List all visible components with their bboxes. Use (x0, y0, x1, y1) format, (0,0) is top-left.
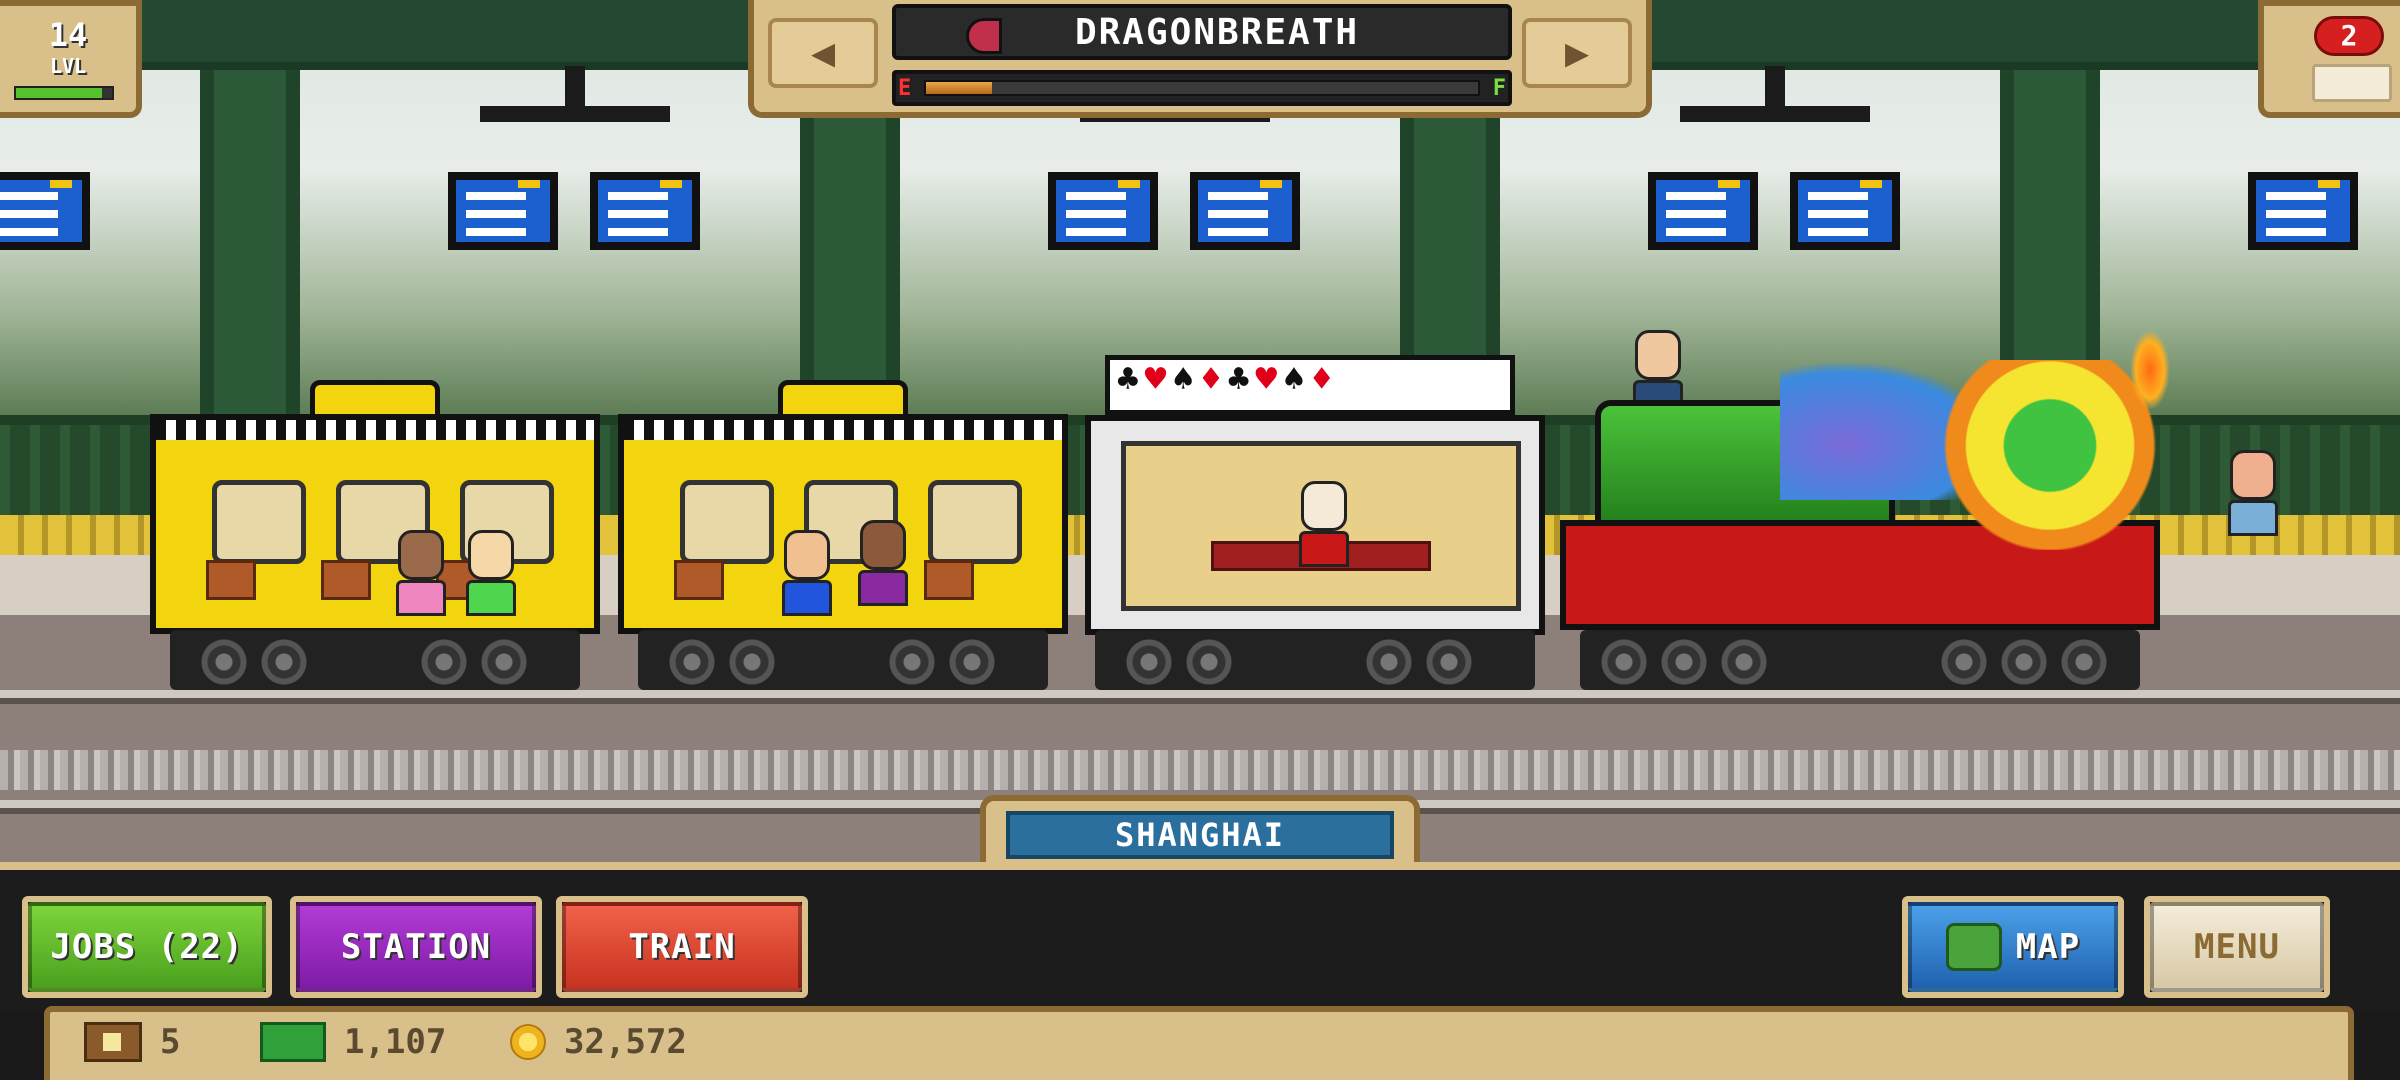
departure-board (448, 172, 558, 250)
passenger-car[interactable] (618, 380, 1068, 690)
departure-board (0, 172, 90, 250)
trains-count-badge: 2 (2314, 16, 2384, 56)
departure-board (2248, 172, 2358, 250)
cash-icon (260, 1022, 326, 1062)
departure-board (1648, 172, 1758, 250)
tickets-count: 5 (160, 1022, 181, 1062)
departure-board (1790, 172, 1900, 250)
train-name: DRAGONBREATH (1074, 11, 1360, 53)
passenger (858, 520, 908, 606)
departure-board (1048, 172, 1158, 250)
menu-button-label: MENU (2150, 902, 2324, 992)
departure-board (590, 172, 700, 250)
station-button[interactable]: STATION (290, 896, 542, 998)
dragon-locomotive[interactable] (1560, 330, 2240, 690)
arrow-left-icon: ◀ (810, 30, 836, 76)
level-number: 14 (48, 16, 88, 54)
level-progress-bar (14, 86, 114, 100)
station-button-label: STATION (296, 902, 536, 992)
jobs-button-label: JOBS (22) (28, 902, 266, 992)
fuel-full-label: F (1492, 76, 1506, 101)
map-icon (1945, 923, 2002, 971)
coins-amount: 32,572 (564, 1022, 687, 1062)
train-icon (2312, 64, 2392, 102)
map-button[interactable]: MAP (1902, 896, 2124, 998)
dragon-train-icon (966, 18, 1002, 54)
coin-icon (510, 1024, 546, 1060)
board-hanger (450, 66, 700, 126)
previous-train-button[interactable]: ◀ (768, 18, 878, 88)
level-label: LVL (49, 54, 87, 78)
waiting-passenger[interactable] (2228, 450, 2278, 536)
station-tab: SHANGHAI (980, 795, 1420, 865)
train-button[interactable]: TRAIN (556, 896, 808, 998)
train-name-plate: DRAGONBREATH (892, 4, 1512, 60)
fuel-empty-label: E (898, 76, 912, 101)
passenger (466, 530, 516, 616)
tickets-resource[interactable]: 5 (84, 1022, 180, 1062)
rail (0, 690, 2400, 704)
ticket-icon (84, 1022, 142, 1062)
train-button-label: TRAIN (562, 902, 802, 992)
arrow-right-icon: ▶ (1564, 30, 1590, 76)
cash-resource[interactable]: 1,107 (260, 1022, 446, 1062)
resource-bar: 5 1,107 32,572 (44, 1006, 2354, 1080)
departure-board (1190, 172, 1300, 250)
action-bar: JOBS (22) STATION TRAIN MAP MENU (0, 862, 2400, 1010)
passenger-car[interactable] (150, 380, 600, 690)
trains-panel[interactable]: 2 (2258, 0, 2400, 118)
coins-resource[interactable]: 32,572 (510, 1022, 687, 1062)
dealer (1299, 481, 1349, 567)
gravel (0, 750, 2400, 790)
train-selector: ◀ DRAGONBREATH E F ▶ (748, 0, 1652, 118)
passenger (782, 530, 832, 616)
station-name: SHANGHAI (1006, 811, 1394, 859)
map-button-label: MAP (2015, 927, 2081, 967)
fuel-level (926, 82, 993, 94)
card-suits-sign: ♣♥♠♦♣♥♠♦ (1117, 359, 1339, 400)
casino-car[interactable]: ♣♥♠♦♣♥♠♦ (1085, 355, 1545, 690)
menu-button[interactable]: MENU (2144, 896, 2330, 998)
passenger (396, 530, 446, 616)
level-panel[interactable]: 14 LVL (0, 0, 142, 118)
next-train-button[interactable]: ▶ (1522, 18, 1632, 88)
cash-amount: 1,107 (344, 1022, 447, 1062)
fuel-gauge: E F (892, 70, 1512, 106)
board-hanger (1650, 66, 1900, 126)
jobs-button[interactable]: JOBS (22) (22, 896, 272, 998)
